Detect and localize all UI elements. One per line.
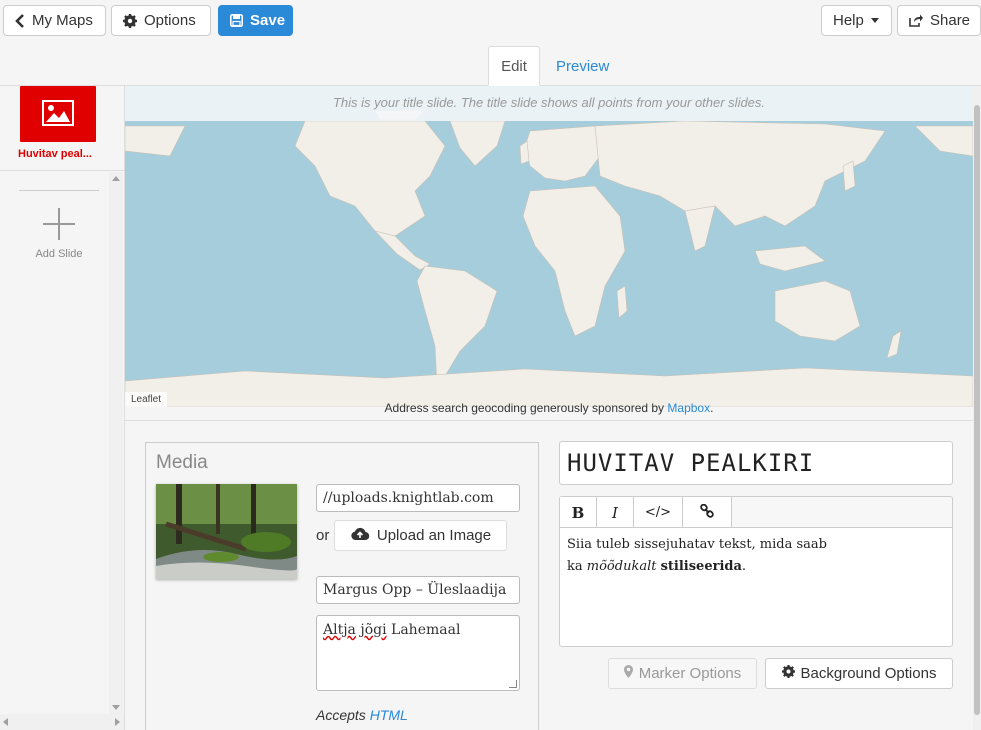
media-caption-textarea[interactable]: Altja jõgi Lahemaal — [316, 615, 520, 691]
map-marker-icon — [623, 665, 633, 682]
gear-icon — [781, 665, 795, 682]
body-line: Siia tuleb sissejuhatav tekst, mida saab — [567, 537, 827, 552]
caption-word: Altja — [323, 622, 356, 638]
page-scrollbar-thumb[interactable] — [974, 105, 980, 715]
scroll-left-icon[interactable] — [3, 718, 8, 726]
rich-text-toolbar: B I </> — [559, 496, 953, 528]
caption-word: Lahemaal — [391, 622, 461, 638]
code-button[interactable]: </> — [634, 497, 683, 528]
help-dropdown-button[interactable]: Help — [821, 5, 892, 36]
sidebar-horizontal-scrollbar[interactable] — [0, 714, 124, 730]
sidebar-vertical-scrollbar[interactable] — [109, 172, 123, 714]
options-button[interactable]: Options — [111, 5, 211, 36]
cloud-upload-icon — [350, 527, 370, 545]
rich-text-editor[interactable]: Siia tuleb sissejuhatav tekst, mida saab… — [559, 527, 953, 647]
background-options-button[interactable]: Background Options — [765, 658, 953, 689]
world-map[interactable]: This is your title slide. The title slid… — [125, 86, 973, 407]
headline-input[interactable]: HUVITAV PEALKIRI — [559, 441, 953, 485]
image-icon — [42, 99, 74, 129]
share-icon — [909, 14, 923, 27]
resize-grip-icon[interactable] — [509, 680, 517, 688]
marker-options-button[interactable]: Marker Options — [608, 658, 757, 689]
or-label: or — [316, 527, 330, 544]
options-label: Options — [144, 12, 196, 29]
floppy-disk-icon — [230, 14, 243, 27]
mapbox-link[interactable]: Mapbox — [667, 401, 710, 415]
add-slide-label[interactable]: Add Slide — [0, 248, 118, 260]
slide-thumbnail[interactable] — [20, 86, 96, 142]
italic-text: mõõdukalt — [586, 559, 657, 574]
plus-icon[interactable] — [43, 208, 75, 240]
upload-image-button[interactable]: Upload an Image — [334, 520, 507, 551]
map-tiles — [125, 86, 973, 407]
divider — [19, 190, 99, 191]
caret-down-icon — [870, 18, 879, 23]
body-text: ka — [567, 559, 587, 574]
italic-button[interactable]: I — [597, 497, 634, 528]
share-button[interactable]: Share — [897, 5, 981, 36]
link-button[interactable] — [683, 497, 732, 528]
share-label: Share — [930, 12, 971, 29]
media-preview-image — [156, 484, 297, 579]
my-maps-label: My Maps — [32, 12, 93, 29]
upload-image-label: Upload an Image — [376, 527, 492, 544]
background-options-label: Background Options — [800, 665, 937, 682]
save-button[interactable]: Save — [218, 5, 293, 36]
chevron-left-icon — [15, 13, 25, 28]
link-icon — [700, 503, 714, 522]
save-label: Save — [250, 12, 286, 29]
marker-options-label: Marker Options — [638, 665, 742, 682]
geocode-suffix: . — [710, 401, 714, 415]
accepts-label: Accepts — [316, 707, 366, 723]
media-url-input[interactable]: //uploads.knightlab.com — [316, 484, 520, 512]
media-credit-input[interactable]: Margus Opp – Üleslaadija — [316, 576, 520, 604]
tab-preview[interactable]: Preview — [544, 46, 621, 86]
media-heading: Media — [156, 452, 208, 473]
body-text: . — [741, 559, 747, 574]
html-link[interactable]: HTML — [370, 707, 408, 723]
body-line: ka mõõdukalt stiliseerida. — [567, 556, 945, 578]
caption-word: jõgi — [360, 622, 387, 638]
geocode-text: Address search geocoding generously spon… — [384, 401, 665, 415]
slide-title[interactable]: Huvitav peal... — [18, 148, 104, 160]
scroll-up-icon[interactable] — [112, 176, 120, 181]
gear-icon — [123, 13, 137, 28]
my-maps-button[interactable]: My Maps — [3, 5, 106, 36]
help-label: Help — [833, 12, 864, 29]
geocode-credit: Address search geocoding generously spon… — [125, 400, 973, 417]
editor-tabs: Edit Preview — [0, 44, 981, 86]
slides-sidebar: Huvitav peal... Add Slide — [0, 86, 125, 730]
top-toolbar: My Maps Options Save Help Share — [0, 0, 981, 44]
tab-edit[interactable]: Edit — [488, 46, 540, 86]
scroll-right-icon[interactable] — [115, 718, 120, 726]
bold-button[interactable]: B — [560, 497, 597, 528]
bold-text: stiliseerida — [660, 559, 742, 574]
divider — [0, 170, 124, 171]
scroll-down-icon[interactable] — [112, 705, 120, 710]
accepts-html-hint: Accepts HTML — [316, 707, 408, 723]
title-slide-notice: This is your title slide. The title slid… — [125, 86, 973, 121]
